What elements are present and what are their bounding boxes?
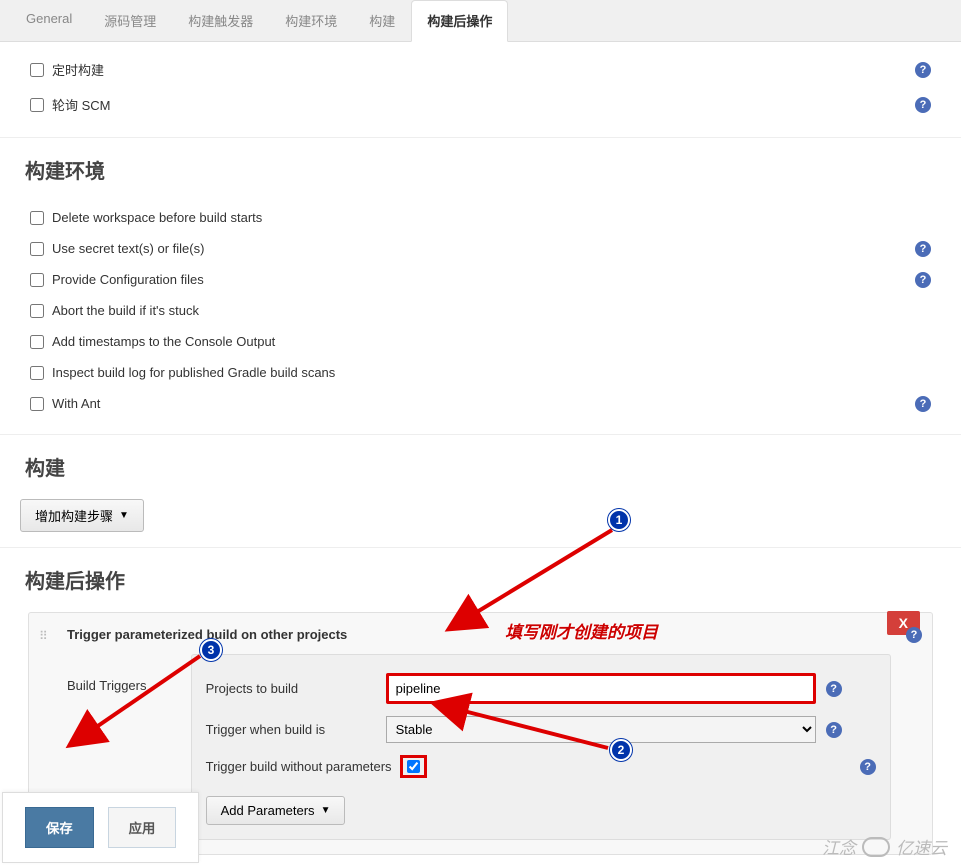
- checkbox-gradle-scan[interactable]: [30, 366, 44, 380]
- annotation-badge-2: 2: [610, 739, 632, 761]
- trigger-noparam-label: Trigger build without parameters: [206, 759, 392, 774]
- checkbox-poll-scm[interactable]: [30, 98, 44, 112]
- annotation-badge-3: 3: [200, 639, 222, 661]
- checkbox-row: Use secret text(s) or file(s) ?: [20, 233, 941, 264]
- label: Inspect build log for published Gradle b…: [52, 365, 931, 380]
- label-poll-scm: 轮询 SCM: [52, 95, 931, 114]
- cloud-icon: [862, 837, 890, 857]
- watermark: 江念 亿速云: [822, 834, 947, 859]
- annotation-text: 填写刚才创建的项目: [505, 618, 658, 643]
- label: Add timestamps to the Console Output: [52, 334, 931, 349]
- section-build-env: Delete workspace before build starts Use…: [0, 192, 961, 429]
- help-icon[interactable]: ?: [860, 759, 876, 775]
- checkbox-row: Abort the build if it's stuck: [20, 295, 941, 326]
- apply-button[interactable]: 应用: [108, 807, 177, 848]
- projects-to-build-label: Projects to build: [206, 681, 386, 696]
- add-parameters-button[interactable]: Add Parameters ▼: [206, 796, 346, 825]
- watermark-text1: 江念: [822, 834, 856, 859]
- help-icon[interactable]: ?: [915, 272, 931, 288]
- caret-down-icon: ▼: [119, 510, 129, 521]
- save-button[interactable]: 保存: [25, 807, 94, 848]
- tab-general[interactable]: General: [10, 0, 88, 41]
- help-icon[interactable]: ?: [826, 722, 842, 738]
- label: Use secret text(s) or file(s): [52, 241, 931, 256]
- tab-triggers[interactable]: 构建触发器: [172, 0, 269, 41]
- drag-handle-icon[interactable]: ⠿: [39, 629, 46, 643]
- label: Delete workspace before build starts: [52, 210, 931, 225]
- bottom-action-bar: 保存 应用: [2, 792, 199, 863]
- tab-post-build[interactable]: 构建后操作: [411, 0, 508, 42]
- checkbox-row: Add timestamps to the Console Output: [20, 326, 941, 357]
- trigger-noparam-checkbox[interactable]: [407, 760, 420, 773]
- block-title: Trigger parameterized build on other pro…: [67, 627, 918, 642]
- triggers-partial: 定时构建 ? 轮询 SCM ?: [0, 42, 961, 132]
- label: Provide Configuration files: [52, 272, 931, 287]
- trigger-when-label: Trigger when build is: [206, 722, 386, 737]
- label: With Ant: [52, 396, 931, 411]
- projects-to-build-input[interactable]: [386, 673, 816, 704]
- checkbox-with-ant[interactable]: [30, 397, 44, 411]
- help-icon[interactable]: ?: [915, 62, 931, 78]
- form-fields: Projects to build ? Trigger when build i…: [191, 654, 891, 840]
- add-parameters-label: Add Parameters: [221, 803, 315, 818]
- section-title-post-build: 构建后操作: [0, 553, 961, 602]
- tab-build-env[interactable]: 构建环境: [269, 0, 353, 41]
- checkbox-use-secret[interactable]: [30, 242, 44, 256]
- checkbox-provide-config[interactable]: [30, 273, 44, 287]
- checkbox-row: With Ant ?: [20, 388, 941, 419]
- checkbox-row: Inspect build log for published Gradle b…: [20, 357, 941, 388]
- checkbox-timestamps[interactable]: [30, 335, 44, 349]
- build-triggers-label: Build Triggers: [67, 654, 187, 693]
- checkbox-row-timed-build: 定时构建 ?: [20, 52, 941, 87]
- checkbox-abort-stuck[interactable]: [30, 304, 44, 318]
- help-icon[interactable]: ?: [915, 241, 931, 257]
- label: Abort the build if it's stuck: [52, 303, 931, 318]
- annotation-badge-1: 1: [608, 509, 630, 531]
- tab-scm[interactable]: 源码管理: [88, 0, 172, 41]
- help-icon[interactable]: ?: [826, 681, 842, 697]
- field-row-when: Trigger when build is Stable ?: [206, 716, 876, 743]
- checkbox-row: Delete workspace before build starts: [20, 202, 941, 233]
- add-build-step-label: 增加构建步骤: [35, 506, 113, 525]
- add-build-step-button[interactable]: 增加构建步骤 ▼: [20, 499, 144, 532]
- tab-build[interactable]: 构建: [353, 0, 411, 41]
- help-icon[interactable]: ?: [915, 97, 931, 113]
- label-timed-build: 定时构建: [52, 60, 931, 79]
- watermark-text2: 亿速云: [896, 834, 947, 859]
- help-icon[interactable]: ?: [906, 627, 922, 643]
- section-build: 增加构建步骤 ▼: [0, 489, 961, 542]
- trigger-when-select[interactable]: Stable: [386, 716, 816, 743]
- help-icon[interactable]: ?: [915, 396, 931, 412]
- checkbox-delete-workspace[interactable]: [30, 211, 44, 225]
- config-tabs: General 源码管理 构建触发器 构建环境 构建 构建后操作: [0, 0, 961, 42]
- field-row-projects: Projects to build ?: [206, 673, 876, 704]
- field-row-noparam: Trigger build without parameters ?: [206, 755, 876, 778]
- checkbox-row: Provide Configuration files ?: [20, 264, 941, 295]
- section-title-build-env: 构建环境: [0, 143, 961, 192]
- section-title-build: 构建: [0, 440, 961, 489]
- checkbox-timed-build[interactable]: [30, 63, 44, 77]
- checkbox-row-poll-scm: 轮询 SCM ?: [20, 87, 941, 122]
- caret-down-icon: ▼: [321, 805, 331, 816]
